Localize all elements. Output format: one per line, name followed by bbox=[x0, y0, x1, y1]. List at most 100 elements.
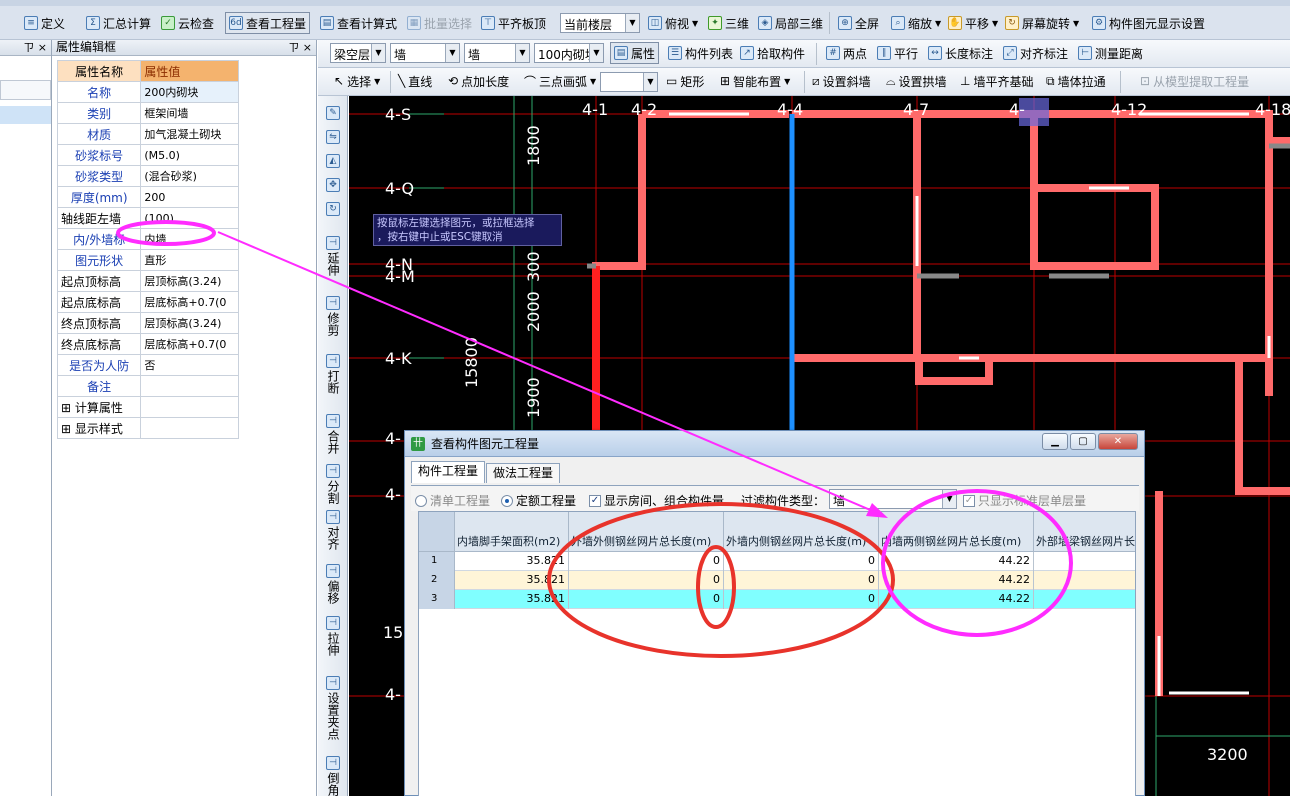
property-value[interactable] bbox=[140, 417, 239, 439]
display-settings-button[interactable]: ⚙ 构件图元显示设置 bbox=[1088, 12, 1209, 34]
rotate-button[interactable]: ↻ 屏幕旋转 ▼ bbox=[1001, 12, 1083, 34]
align-dim-button[interactable]: ⤢ 对齐标注 bbox=[999, 42, 1072, 64]
grid-cell[interactable]: 0 bbox=[569, 590, 724, 609]
property-row[interactable]: 终点底标高 层底标高+0.7(0 bbox=[56, 333, 239, 355]
property-row[interactable]: 起点顶标高 层顶标高(3.24) bbox=[56, 270, 239, 292]
three-point-arc-button[interactable]: ⌒ 三点画弧 ▼ bbox=[520, 70, 600, 92]
property-value[interactable]: 层顶标高(3.24) bbox=[140, 270, 239, 292]
expand-icon[interactable]: ⊞ bbox=[61, 401, 75, 415]
point-length-button[interactable]: ⟲ 点加长度 bbox=[444, 70, 513, 92]
property-value[interactable]: 层底标高+0.7(0 bbox=[140, 291, 239, 313]
std-floor-checkbox[interactable]: ✓ 只显示标准层单层量 bbox=[963, 492, 1086, 509]
set-arch-wall-button[interactable]: ⌓ 设置拱墙 bbox=[882, 70, 951, 92]
property-row[interactable]: 内/外墙标 内墙 bbox=[56, 228, 239, 250]
length-dim-button[interactable]: ↔ 长度标注 bbox=[924, 42, 997, 64]
maximize-button[interactable]: ▢ bbox=[1070, 433, 1096, 450]
grid-cell[interactable]: 35.821 bbox=[455, 552, 569, 571]
flat-slab-button[interactable]: ⊤ 平齐板顶 bbox=[477, 12, 550, 34]
mirror-tool[interactable]: ⇋ bbox=[320, 130, 346, 146]
measure-distance-button[interactable]: ⊢ 测量距离 bbox=[1074, 42, 1147, 64]
property-value[interactable]: 直形 bbox=[140, 249, 239, 271]
mirror-axis-tool[interactable]: ◭ bbox=[320, 154, 346, 170]
view-quantity-button[interactable]: 6d 查看工程量 bbox=[225, 12, 311, 34]
vtool-button[interactable]: ⊣ 偏移 bbox=[320, 564, 346, 607]
grid-cell[interactable]: 0 bbox=[724, 571, 879, 590]
property-row[interactable]: ⊞ 显示样式 bbox=[56, 417, 239, 439]
show-rooms-checkbox[interactable]: ✓ 显示房间、组合构件量 bbox=[589, 492, 724, 509]
batch-select-button[interactable]: ▦ 批量选择 bbox=[403, 12, 476, 34]
move-tool[interactable]: ✥ bbox=[320, 178, 346, 194]
property-value[interactable]: 层顶标高(3.24) bbox=[140, 312, 239, 334]
component-list-button[interactable]: ☰ 构件列表 bbox=[664, 42, 737, 64]
vtool-button[interactable]: ⊣ 设置夹点 bbox=[320, 676, 346, 743]
property-value[interactable]: 200内砌块 bbox=[140, 81, 239, 103]
grid-column-header[interactable]: 外部墙梁钢丝网片长 bbox=[1034, 512, 1135, 552]
grid-row[interactable]: 3 35.821 0 0 44.22 bbox=[419, 590, 1135, 609]
type1-select[interactable]: 墙 ▼ bbox=[390, 43, 460, 63]
property-row[interactable]: 轴线距左墙 (100) bbox=[56, 207, 239, 229]
properties-button[interactable]: ▤ 属性 bbox=[610, 42, 660, 64]
grid-column-header[interactable]: 外墙内侧钢丝网片总长度(m) bbox=[724, 512, 879, 552]
pan-button[interactable]: ✋ 平移 ▼ bbox=[944, 12, 1002, 34]
vtool-button[interactable]: ⊣ 合并 bbox=[320, 414, 346, 457]
grid-column-header[interactable]: 内墙两侧钢丝网片总长度(m) bbox=[879, 512, 1034, 552]
vtool-button[interactable]: ⊣ 拉伸 bbox=[320, 616, 346, 659]
vtool-button[interactable]: ⊣ 修剪 bbox=[320, 296, 346, 339]
grid-cell[interactable]: 44.22 bbox=[879, 590, 1034, 609]
list-quantity-option[interactable]: 清单工程量 bbox=[415, 492, 490, 509]
view-formula-button[interactable]: ▤ 查看计算式 bbox=[316, 12, 401, 34]
property-value[interactable]: (100) bbox=[140, 207, 239, 229]
grid-cell[interactable]: 0 bbox=[724, 590, 879, 609]
property-value[interactable]: 200 bbox=[140, 186, 239, 208]
set-slope-wall-button[interactable]: ⧄ 设置斜墙 bbox=[808, 70, 875, 92]
property-row[interactable]: 厚度(mm) 200 bbox=[56, 186, 239, 208]
property-value[interactable]: 否 bbox=[140, 354, 239, 376]
property-value[interactable]: 层底标高+0.7(0 bbox=[140, 333, 239, 355]
grid-column-header[interactable]: 外墙外侧钢丝网片总长度(m) bbox=[569, 512, 724, 552]
expand-icon[interactable]: ⊞ bbox=[61, 422, 75, 436]
property-row[interactable]: 图元形状 直形 bbox=[56, 249, 239, 271]
vtool-button[interactable]: ⊣ 分割 bbox=[320, 464, 346, 507]
summary-calc-button[interactable]: Σ 汇总计算 bbox=[82, 12, 155, 34]
arc-option-select[interactable]: ▼ bbox=[600, 72, 658, 92]
grid-row[interactable]: 1 35.821 0 0 44.22 bbox=[419, 552, 1135, 571]
brush-tool[interactable]: ✎ bbox=[320, 106, 346, 122]
rotate-tool[interactable]: ↻ bbox=[320, 202, 346, 218]
property-row[interactable]: 砂浆类型 (混合砂浆) bbox=[56, 165, 239, 187]
top-view-button[interactable]: ◫ 俯视 ▼ bbox=[644, 12, 702, 34]
property-value[interactable]: 加气混凝土砌块 bbox=[140, 123, 239, 145]
grid-cell[interactable]: 35.821 bbox=[455, 571, 569, 590]
grid-cell[interactable]: 0 bbox=[569, 571, 724, 590]
grid-cell[interactable] bbox=[1034, 590, 1135, 609]
vtool-button[interactable]: ⊣ 延伸 bbox=[320, 236, 346, 279]
nav-item[interactable] bbox=[0, 80, 51, 100]
type2-select[interactable]: 墙 ▼ bbox=[464, 43, 530, 63]
property-row[interactable]: 砂浆标号 (M5.0) bbox=[56, 144, 239, 166]
property-value[interactable]: (混合砂浆) bbox=[140, 165, 239, 187]
cloud-check-button[interactable]: ✓ 云检查 bbox=[157, 12, 218, 34]
grid-cell[interactable]: 44.22 bbox=[879, 571, 1034, 590]
parallel-button[interactable]: ∥ 平行 bbox=[873, 42, 922, 64]
filter-type-select[interactable]: 墙 ▼ bbox=[829, 489, 957, 509]
define-button[interactable]: ≡ 定义 bbox=[20, 12, 69, 34]
component-select[interactable]: 100内砌块 ▼ bbox=[534, 43, 604, 63]
two-points-button[interactable]: # 两点 bbox=[822, 42, 871, 64]
pin-close-icon[interactable]: ㄗ × bbox=[288, 40, 312, 55]
property-row[interactable]: 是否为人防否 bbox=[56, 354, 239, 376]
zoom-button[interactable]: ⌕ 缩放 ▼ bbox=[887, 12, 945, 34]
property-row[interactable]: 名称 200内砌块 bbox=[56, 81, 239, 103]
grid-cell[interactable] bbox=[1034, 571, 1135, 590]
select-button[interactable]: ↖ 选择 ▼ bbox=[330, 70, 384, 92]
tab-method-quantity[interactable]: 做法工程量 bbox=[486, 463, 561, 483]
property-row[interactable]: 起点底标高 层底标高+0.7(0 bbox=[56, 291, 239, 313]
three-d-button[interactable]: ✦ 三维 bbox=[704, 12, 753, 34]
property-value[interactable] bbox=[140, 375, 239, 397]
vtool-button[interactable]: ⊣ 对齐 bbox=[320, 510, 346, 553]
property-row[interactable]: 类别 框架间墙 bbox=[56, 102, 239, 124]
property-row[interactable]: 备注 bbox=[56, 375, 239, 397]
grid-cell[interactable]: 0 bbox=[724, 552, 879, 571]
tab-component-quantity[interactable]: 构件工程量 bbox=[411, 461, 486, 483]
property-value[interactable]: 内墙 bbox=[140, 228, 239, 250]
vtool-button[interactable]: ⊣ 倒角 bbox=[320, 756, 346, 796]
property-row[interactable]: 材质 加气混凝土砌块 bbox=[56, 123, 239, 145]
